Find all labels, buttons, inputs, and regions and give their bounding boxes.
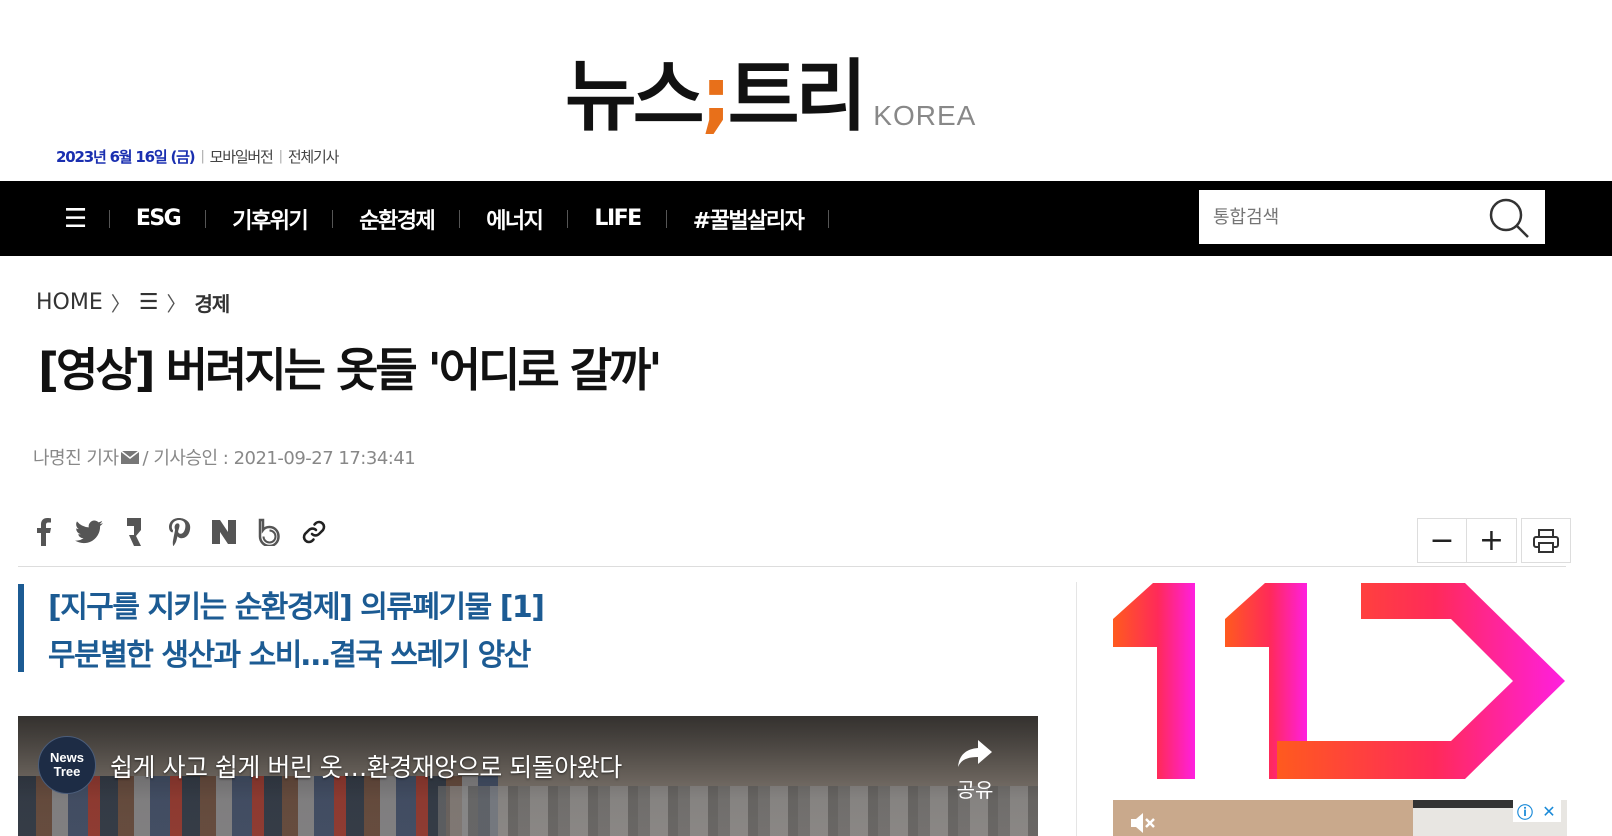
logo-text: 뉴스;트리 <box>565 52 867 142</box>
main-nav: ☰ ESG 기후위기 순환경제 에너지 LIFE #꿀벌살리자 <box>0 181 1612 256</box>
nav-item-life[interactable]: LIFE <box>568 206 667 231</box>
band-icon[interactable] <box>253 516 285 548</box>
nav-item-circular-economy[interactable]: 순환경제 <box>333 203 461 235</box>
mobile-version-link[interactable]: 모바일버전 <box>210 146 274 167</box>
divider: | <box>278 149 283 164</box>
search-box <box>1199 190 1545 244</box>
mail-icon[interactable] <box>120 450 139 464</box>
site-logo[interactable]: 뉴스;트리 KOREA <box>565 58 976 136</box>
current-date: 2023년 6월 16일 (금) <box>56 148 196 166</box>
utility-bar: 2023년 6월 16일 (금) | 모바일버전 | 전체기사 <box>56 146 340 167</box>
article-byline: 나명진 기자 / 기사승인 : 2021-09-27 17:34:41 <box>33 444 416 470</box>
mute-icon[interactable] <box>1129 810 1155 836</box>
chevron-right-icon: 〉 <box>166 292 187 316</box>
divider: | <box>200 149 204 164</box>
link-icon[interactable] <box>298 516 330 548</box>
breadcrumb-home[interactable]: HOME <box>36 290 103 315</box>
article-subtitle: [지구를 지키는 순환경제] 의류폐기물 [1] 무분별한 생산과 소비…결국 … <box>18 584 545 673</box>
subtitle-line: [지구를 지키는 순환경제] 의류폐기물 [1] <box>48 590 545 625</box>
article-title: [영상] 버려지는 옷들 '어디로 갈까' <box>38 343 662 397</box>
font-decrease-button[interactable]: − <box>1417 518 1467 563</box>
nav-item-climate-crisis[interactable]: 기후위기 <box>206 203 334 235</box>
ad-brand-logo[interactable] <box>1113 583 1565 779</box>
hamburger-menu-icon[interactable]: ☰ <box>54 204 110 234</box>
ad-info-icon[interactable]: ⓘ <box>1513 800 1537 822</box>
search-input[interactable] <box>1199 206 1479 228</box>
nav-item-energy[interactable]: 에너지 <box>460 203 569 235</box>
column-divider <box>1076 582 1077 836</box>
channel-avatar[interactable]: News Tree <box>38 736 96 794</box>
naver-icon[interactable] <box>208 516 240 548</box>
breadcrumb-section[interactable]: ☰ <box>139 290 159 315</box>
share-bar <box>28 516 343 548</box>
video-player[interactable]: News Tree 쉽게 사고 쉽게 버린 옷…환경재앙으로 되돌아왔다 공유 <box>18 716 1038 836</box>
share-arrow-icon <box>958 740 992 767</box>
kakao-story-icon[interactable] <box>118 516 150 548</box>
chevron-right-icon: 〉 <box>110 292 131 316</box>
facebook-icon[interactable] <box>28 516 60 548</box>
font-increase-button[interactable]: + <box>1467 518 1517 563</box>
subtitle-line: 무분별한 생산과 소비…결국 쓰레기 양산 <box>48 638 531 673</box>
twitter-icon[interactable] <box>73 516 105 548</box>
print-icon <box>1533 528 1559 553</box>
all-articles-link[interactable]: 전체기사 <box>288 146 340 167</box>
approval-time: / 기사승인 : 2021-09-27 17:34:41 <box>142 448 416 469</box>
pinterest-icon[interactable] <box>163 516 195 548</box>
ad-close-icon[interactable]: ✕ <box>1537 800 1561 822</box>
video-share-button[interactable]: 공유 <box>948 740 1002 803</box>
nav-item-save-bees[interactable]: #꿀벌살리자 <box>667 203 830 235</box>
video-title[interactable]: 쉽게 사고 쉽게 버린 옷…환경재앙으로 되돌아왔다 <box>110 748 622 784</box>
article-tools: − + <box>1417 518 1571 563</box>
reporter-name[interactable]: 나명진 기자 <box>33 444 119 470</box>
logo-subtext: KOREA <box>873 100 977 131</box>
ad-controls: ⓘ ✕ <box>1513 800 1561 822</box>
print-button[interactable] <box>1521 518 1571 563</box>
search-icon[interactable] <box>1487 196 1531 240</box>
divider <box>18 566 1566 567</box>
breadcrumb-current[interactable]: 경제 <box>194 288 230 317</box>
breadcrumb: HOME 〉 ☰ 〉 경제 <box>36 288 230 317</box>
ad-banner[interactable] <box>1113 800 1567 836</box>
nav-item-esg[interactable]: ESG <box>110 206 207 231</box>
